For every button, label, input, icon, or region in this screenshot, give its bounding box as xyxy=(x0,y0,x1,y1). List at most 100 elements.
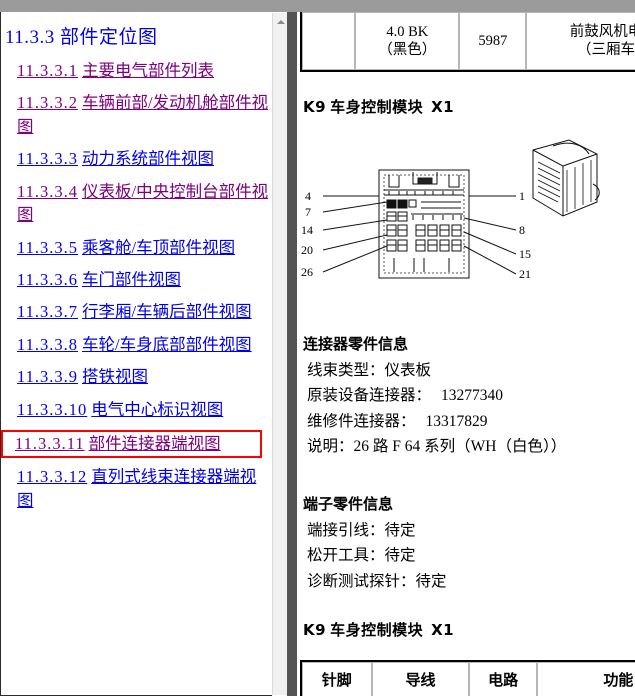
toc-link-label: 电气中心标识视图 xyxy=(91,399,224,419)
row-value: 待定 xyxy=(384,547,416,565)
toc-link-label: 部件连接器端视图 xyxy=(88,434,221,454)
pin-assignment-table: 针脚 导线 电路 功能 xyxy=(300,660,635,696)
pin-label-right-0: 1 xyxy=(519,189,525,203)
cell-function-line1: 前鼓风机电机 xyxy=(569,23,635,40)
row-value: 26 路 F 64 系列（WH（白色）） xyxy=(353,437,567,455)
connector-end-view-diagram: 4 7 14 20 26 1 8 15 21 xyxy=(301,132,631,322)
toc-link-label: 行李厢/车辆后部件视图 xyxy=(82,302,252,322)
wire-table-continued: 4.0 BK （黑色） 5987 前鼓风机电机 （三厢车） xyxy=(300,12,635,72)
header-wire: 导线 xyxy=(371,662,470,696)
table-row: 4.0 BK （黑色） 5987 前鼓风机电机 （三厢车） xyxy=(302,12,635,70)
row-label: 说明： xyxy=(307,437,354,455)
terminal-part-info-block: 端子零件信息 端接引线：待定 松开工具：待定 诊断测试探针：待定 xyxy=(303,492,447,594)
toc-link-label: 动力系统部件视图 xyxy=(82,149,215,169)
cell-wire-line2: （黑色） xyxy=(378,42,437,58)
toc-link-11-3-3-7[interactable]: 11.3.3.7 行李厢/车辆后部件视图 xyxy=(3,300,270,323)
toc-link-11-3-3-5[interactable]: 11.3.3.5 乘客舱/车顶部件视图 xyxy=(3,236,270,259)
toc-link-number: 11.3.3.5 xyxy=(17,237,79,257)
module-connector-id: X1 xyxy=(431,621,455,639)
toc-link-label: 车门部件视图 xyxy=(82,269,182,289)
connector-info-row-description: 说明：26 路 F 64 系列（WH（白色）） xyxy=(303,434,566,459)
toc-link-11-3-3-12[interactable]: 11.3.3.12 直列式线束连接器端视图 xyxy=(3,465,270,512)
toc-link-label: 搭铁视图 xyxy=(82,367,149,387)
row-value: 13317829 xyxy=(425,412,488,430)
header-circuit: 电路 xyxy=(469,662,537,696)
row-value: 待定 xyxy=(384,522,416,540)
module-heading-top: K9 车身控制模块 X1 xyxy=(303,96,454,117)
row-label: 诊断测试探针： xyxy=(307,572,416,590)
pin-label-left-2: 14 xyxy=(301,223,313,237)
row-value: 13277340 xyxy=(441,387,504,405)
module-heading-bottom: K9 车身控制模块 X1 xyxy=(303,619,454,640)
toc-link-11-3-3-3[interactable]: 11.3.3.3 动力系统部件视图 xyxy=(3,147,270,170)
toc-link-number: 11.3.3.9 xyxy=(17,367,79,387)
cell-function-line2: （三厢车） xyxy=(576,42,635,58)
pin-label-left-1: 7 xyxy=(305,205,311,219)
module-code: K9 xyxy=(303,98,327,116)
pin-label-left-0: 4 xyxy=(305,189,311,203)
connector-info-row-oem: 原装设备连接器： 13277340 xyxy=(303,383,566,408)
connector-info-row-harness: 线束类型：仪表板 xyxy=(303,358,566,383)
toc-link-number: 11.3.3.8 xyxy=(17,334,79,354)
module-connector-id: X1 xyxy=(431,98,455,116)
toc-link-label: 主要电气部件列表 xyxy=(82,61,215,80)
connector-part-info-block: 连接器零件信息 线束类型：仪表板 原装设备连接器： 13277340 维修件连接器… xyxy=(303,332,566,459)
toc-link-11-3-3-4[interactable]: 11.3.3.4 仪表板/中央控制台部件视图 xyxy=(3,180,270,227)
header-function: 功能 xyxy=(536,662,635,696)
pin-label-right-3: 21 xyxy=(519,267,531,281)
toc-link-number: 11.3.3.10 xyxy=(17,399,88,419)
toc-link-11-3-3-2[interactable]: 11.3.3.2 车辆前部/发动机舱部件视图 xyxy=(3,91,270,138)
row-label: 端接引线： xyxy=(307,522,385,540)
toc-link-number: 11.3.3.3 xyxy=(17,149,79,169)
toc-link-number: 11.3.3.4 xyxy=(17,181,79,201)
module-name: 车身控制模块 xyxy=(330,98,424,116)
pin-label-right-2: 15 xyxy=(519,247,531,261)
pin-label-left-4: 26 xyxy=(301,265,313,279)
toc-link-11-3-3-10[interactable]: 11.3.3.10 电气中心标识视图 xyxy=(3,398,270,421)
row-value: 待定 xyxy=(415,572,447,590)
toc-link-label: 乘客舱/车顶部件视图 xyxy=(82,237,236,257)
pane-divider[interactable] xyxy=(287,12,297,696)
cell-circuit: 5987 xyxy=(459,12,527,70)
table-header-row: 针脚 导线 电路 功能 xyxy=(302,662,635,696)
toc-section-title: 11.3.3 部件定位图 xyxy=(5,27,158,48)
pin-label-right-1: 8 xyxy=(519,223,525,237)
row-label: 线束类型： xyxy=(307,362,385,380)
terminal-info-row-lead: 端接引线：待定 xyxy=(303,518,447,543)
row-label: 松开工具： xyxy=(307,547,385,565)
connector-info-title: 连接器零件信息 xyxy=(303,335,409,353)
document-viewer-window: 11.3.3 部件定位图 11.3.3.1 主要电气部件列表 11.3.3.2 车辆… xyxy=(0,0,635,696)
row-value: 仪表板 xyxy=(384,362,432,380)
terminal-info-row-test-probe: 诊断测试探针：待定 xyxy=(303,569,447,594)
toc-link-11-3-3-1[interactable]: 11.3.3.1 主要电气部件列表 xyxy=(3,59,270,82)
toc-link-11-3-3-8[interactable]: 11.3.3.8 车轮/车身底部部件视图 xyxy=(3,333,270,356)
row-label: 维修件连接器： xyxy=(307,412,416,430)
toc-link-number: 11.3.3.12 xyxy=(17,467,88,487)
table-of-contents-pane[interactable]: 11.3.3 部件定位图 11.3.3.1 主要电气部件列表 11.3.3.2 车辆… xyxy=(0,12,272,696)
scroll-up-arrow-icon[interactable] xyxy=(273,16,288,28)
window-top-strip xyxy=(0,0,635,12)
pin-label-left-3: 20 xyxy=(301,243,313,257)
cell-function: 前鼓风机电机 （三厢车） xyxy=(526,12,635,70)
toc-scrollbar[interactable] xyxy=(272,13,287,695)
toc-link-number: 11.3.3.11 xyxy=(15,434,85,454)
row-label: 原装设备连接器： xyxy=(307,387,432,405)
module-code: K9 xyxy=(303,621,327,639)
connector-diagram-svg: 4 7 14 20 26 1 8 15 21 xyxy=(301,139,600,281)
connector-info-row-service: 维修件连接器： 13317829 xyxy=(303,409,566,434)
toc-link-number: 11.3.3.2 xyxy=(17,93,79,113)
cell-wire: 4.0 BK （黑色） xyxy=(355,12,460,70)
toc-link-number: 11.3.3.1 xyxy=(17,61,79,80)
toc-link-label: 车轮/车身底部部件视图 xyxy=(82,334,252,354)
module-name: 车身控制模块 xyxy=(330,621,424,639)
toc-link-number: 11.3.3.7 xyxy=(17,302,79,322)
toc-link-number: 11.3.3.6 xyxy=(17,269,79,289)
cell-wire-line1: 4.0 BK xyxy=(386,23,429,40)
terminal-info-title: 端子零件信息 xyxy=(303,495,394,513)
header-pin: 针脚 xyxy=(302,662,372,696)
toc-link-11-3-3-11-selected[interactable]: 11.3.3.11 部件连接器端视图 xyxy=(1,430,262,459)
cell-pin-empty xyxy=(302,12,356,70)
toc-link-11-3-3-9[interactable]: 11.3.3.9 搭铁视图 xyxy=(3,365,270,388)
toc-link-11-3-3-6[interactable]: 11.3.3.6 车门部件视图 xyxy=(3,268,270,291)
terminal-info-row-release-tool: 松开工具：待定 xyxy=(303,543,447,568)
